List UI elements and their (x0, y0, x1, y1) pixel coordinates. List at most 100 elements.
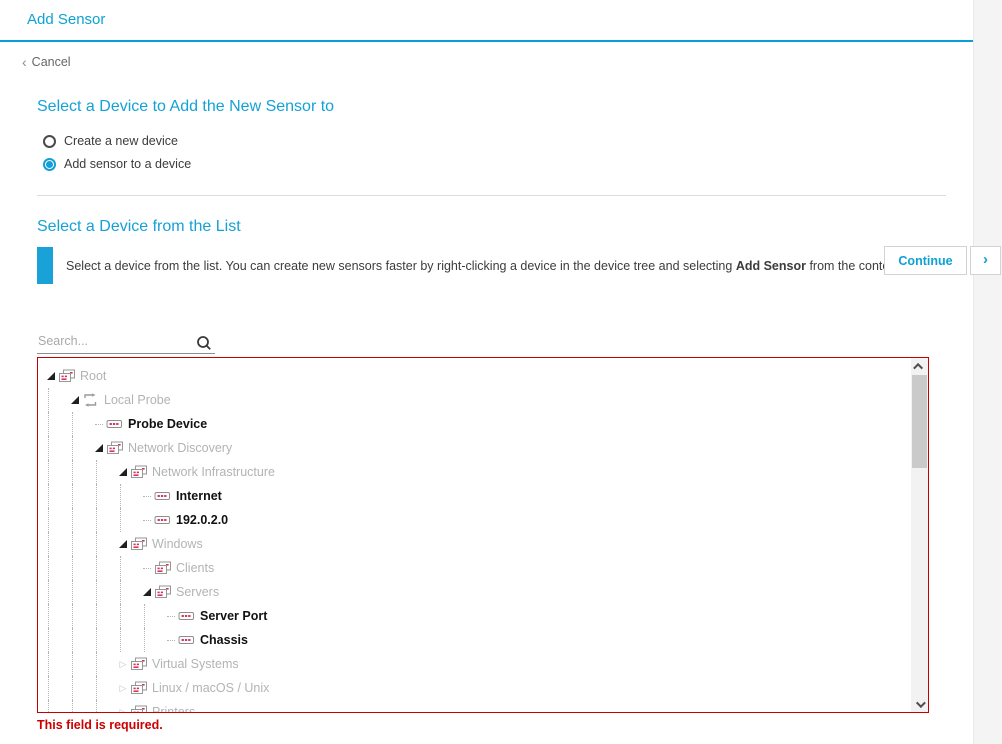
expander-open-icon[interactable] (68, 396, 82, 404)
radio-add-sensor-to-device[interactable]: Add sensor to a device (43, 157, 191, 171)
radio-label: Create a new device (64, 134, 178, 148)
tree-guide-line (116, 508, 140, 532)
device-icon (154, 490, 173, 502)
tree-item[interactable]: Clients (44, 556, 911, 580)
tree-guide-line (44, 508, 68, 532)
tree-item-label: Network Infrastructure (152, 465, 275, 479)
tree-guide-line (92, 508, 116, 532)
section-heading-device-list: Select a Device from the List (37, 218, 241, 235)
probe-icon (82, 393, 101, 407)
tree-guide-line (68, 700, 92, 712)
tree-guide-line (92, 580, 116, 604)
tree-guide-line (44, 700, 68, 712)
tree-item[interactable]: Local Probe (44, 388, 911, 412)
device-tree-list: Root Local Probe Probe Device Network Disco… (38, 358, 911, 712)
connector-dash (164, 639, 178, 641)
tree-guide-line (92, 700, 116, 712)
continue-chevron-button[interactable]: › (970, 246, 1001, 275)
radio-unselected-icon[interactable] (43, 134, 56, 148)
tree-item[interactable]: Chassis (44, 628, 911, 652)
tree-item[interactable]: Probe Device (44, 412, 911, 436)
validation-message: This field is required. (37, 718, 163, 732)
tree-item-label: Linux / macOS / Unix (152, 681, 270, 695)
tree-guide-line (44, 388, 68, 412)
search-input[interactable] (37, 331, 189, 353)
tree-guide-line (140, 604, 164, 628)
device-search (37, 331, 215, 354)
tree-guide-line (92, 676, 116, 700)
search-icon[interactable] (196, 335, 212, 351)
tree-item[interactable]: Network Discovery (44, 436, 911, 460)
info-text-bold: Add Sensor (735, 258, 806, 273)
tree-guide-line (116, 580, 140, 604)
info-text: Select a device from the list. You can c… (66, 259, 937, 273)
info-accent-block (37, 247, 53, 284)
tree-guide-line (44, 556, 68, 580)
expander-closed-icon[interactable]: ▷ (116, 683, 130, 693)
expander-open-icon[interactable] (44, 372, 58, 380)
continue-split-button[interactable]: Continue › (884, 246, 1001, 275)
tree-scrollbar[interactable] (911, 358, 928, 712)
section-heading-device-target: Select a Device to Add the New Sensor to (37, 98, 335, 115)
tree-guide-line (68, 412, 92, 436)
tree-item[interactable]: Server Port (44, 604, 911, 628)
tree-guide-line (44, 676, 68, 700)
cancel-button[interactable]: ‹ Cancel (22, 55, 71, 69)
tree-item-label: Printers (152, 705, 196, 712)
tree-guide-line (44, 532, 68, 556)
expander-open-icon[interactable] (116, 540, 130, 548)
expander-closed-icon[interactable]: ▷ (116, 707, 130, 712)
tree-guide-line (44, 652, 68, 676)
expander-open-icon[interactable] (92, 444, 106, 452)
tree-item[interactable]: ▷ Printers (44, 700, 911, 712)
tree-item[interactable]: 192.0.2.0 (44, 508, 911, 532)
tree-guide-line (92, 484, 116, 508)
expander-open-icon[interactable] (140, 588, 154, 596)
expander-closed-icon[interactable]: ▷ (116, 659, 130, 669)
connector-dash (92, 423, 106, 425)
group-icon (130, 705, 149, 712)
tree-item[interactable]: Root (44, 364, 911, 388)
tree-guide-line (44, 412, 68, 436)
tree-guide-line (44, 580, 68, 604)
tree-item[interactable]: Network Infrastructure (44, 460, 911, 484)
tree-item-label: Internet (176, 489, 222, 503)
tree-item[interactable]: ▷ Virtual Systems (44, 652, 911, 676)
tree-item[interactable]: Internet (44, 484, 911, 508)
right-panel-strip (973, 0, 1002, 744)
continue-button[interactable]: Continue (884, 246, 967, 275)
tree-guide-line (68, 460, 92, 484)
tree-item-label: Windows (152, 537, 203, 551)
connector-dash (140, 519, 154, 521)
tree-item-label: Servers (176, 585, 220, 599)
tree-guide-line (116, 604, 140, 628)
group-icon (154, 585, 173, 599)
tree-guide-line (68, 436, 92, 460)
add-sensor-page: Add Sensor ‹ Cancel Select a Device to A… (0, 0, 1002, 744)
device-tree[interactable]: Root Local Probe Probe Device Network Disco… (37, 357, 929, 713)
tree-guide-line (92, 556, 116, 580)
radio-create-new-device[interactable]: Create a new device (43, 134, 178, 148)
tree-item[interactable]: Windows (44, 532, 911, 556)
device-icon (178, 634, 197, 646)
tree-guide-line (68, 484, 92, 508)
device-icon (178, 610, 197, 622)
tree-item-label: Local Probe (104, 393, 171, 407)
device-icon (154, 514, 173, 526)
tree-guide-line (116, 484, 140, 508)
group-icon (130, 681, 149, 695)
expander-open-icon[interactable] (116, 468, 130, 476)
scroll-down-button[interactable] (911, 696, 928, 712)
device-icon (106, 418, 125, 430)
tree-guide-line (68, 508, 92, 532)
scroll-up-button[interactable] (911, 358, 928, 374)
scrollbar-thumb[interactable] (912, 375, 927, 468)
radio-selected-icon[interactable] (43, 157, 56, 171)
tree-guide-line (68, 532, 92, 556)
group-icon (154, 561, 173, 575)
tree-item[interactable]: ▷ Linux / macOS / Unix (44, 676, 911, 700)
connector-dash (140, 567, 154, 569)
tree-item-label: 192.0.2.0 (176, 513, 229, 527)
tree-item[interactable]: Servers (44, 580, 911, 604)
group-icon (130, 465, 149, 479)
